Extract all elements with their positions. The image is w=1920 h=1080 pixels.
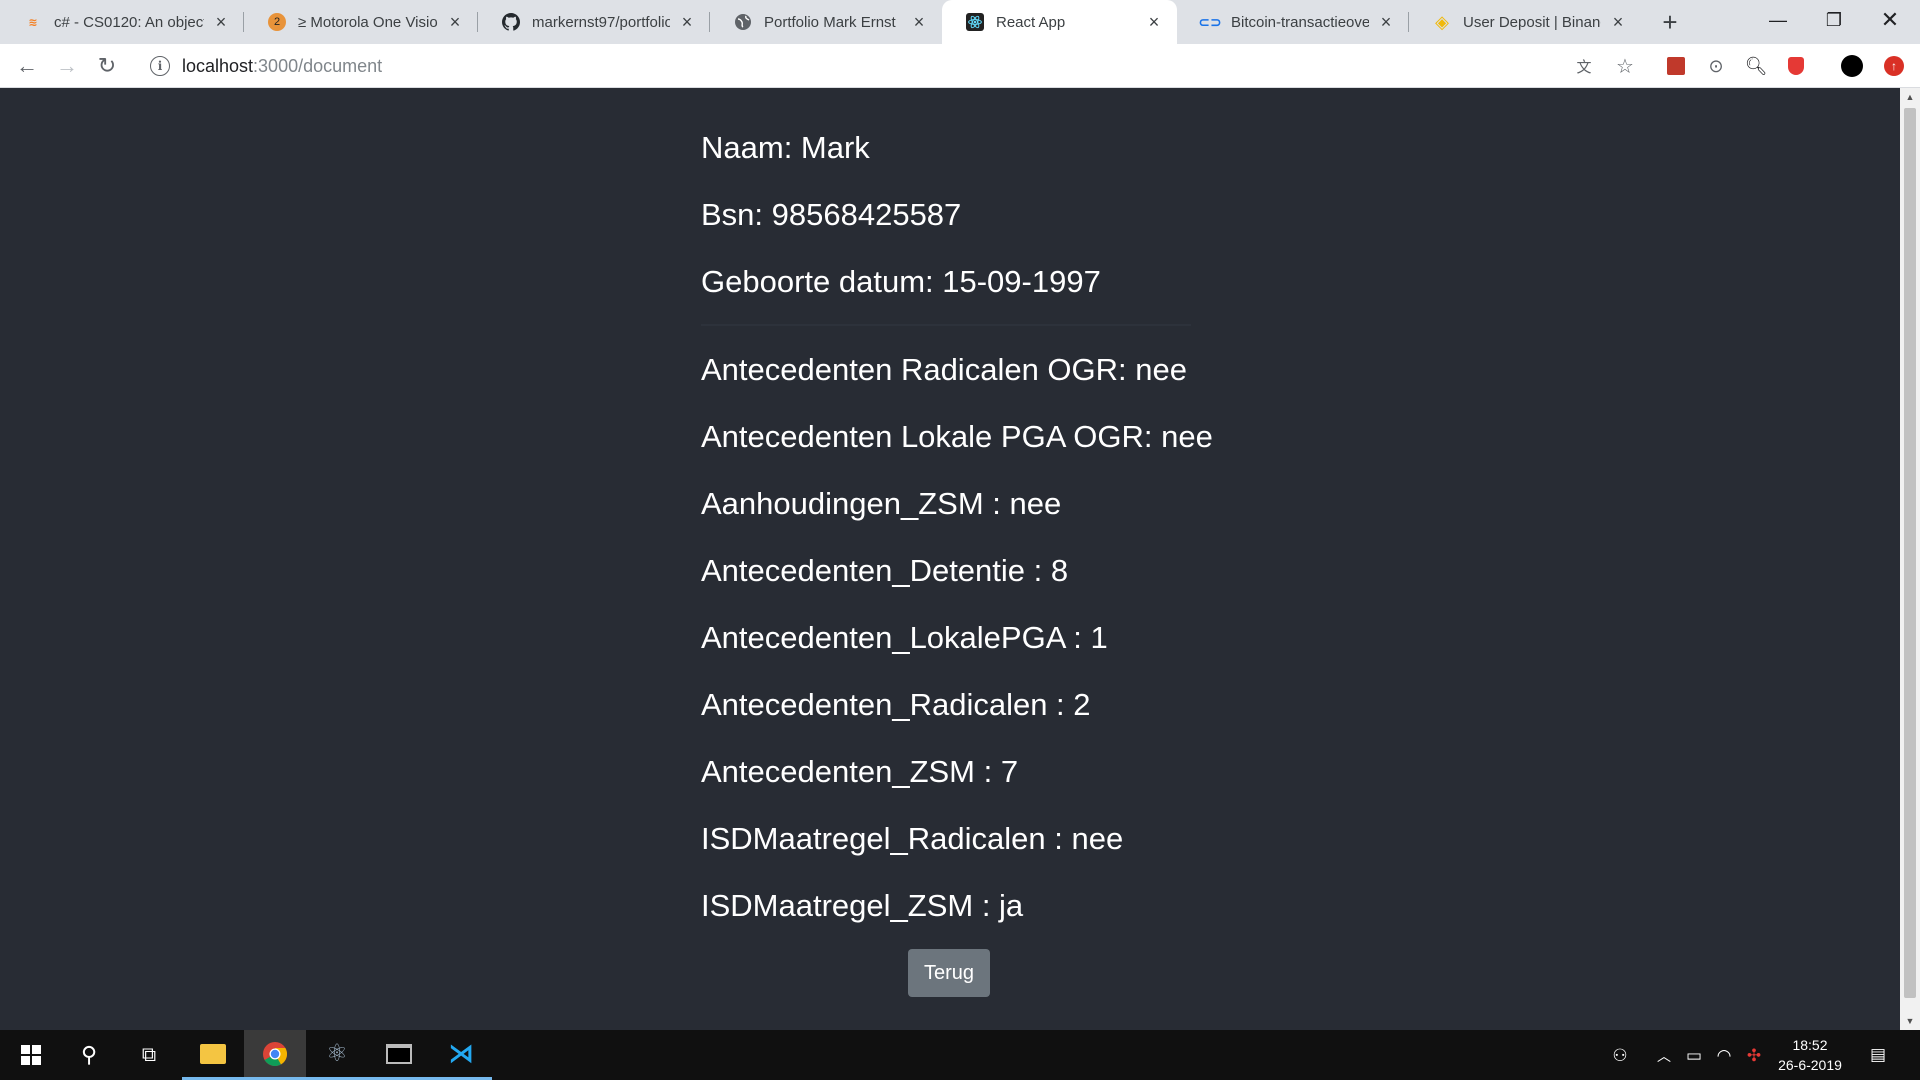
- profile-avatar-icon[interactable]: [1840, 54, 1864, 78]
- bookmark-star-icon[interactable]: ☆: [1613, 54, 1637, 78]
- field-item: Antecedenten_ZSM : 7: [701, 754, 1019, 789]
- new-tab-button[interactable]: +: [1655, 7, 1685, 37]
- windows-start-icon[interactable]: [0, 1030, 62, 1080]
- people-icon[interactable]: ⚇: [1608, 1045, 1632, 1067]
- naam-text: Naam: Mark: [701, 130, 870, 165]
- electron-app-icon[interactable]: ⚛: [306, 1030, 368, 1080]
- task-view-icon[interactable]: ⧉: [118, 1030, 180, 1080]
- close-tab-icon[interactable]: ×: [1377, 12, 1395, 32]
- back-button[interactable]: ←: [12, 51, 42, 81]
- taskbar-clock[interactable]: 18:52 26-6-2019: [1760, 1035, 1860, 1075]
- clock-date: 26-6-2019: [1778, 1057, 1842, 1073]
- action-center-icon[interactable]: ▤: [1866, 1044, 1890, 1066]
- close-window-button[interactable]: ✕: [1862, 0, 1918, 40]
- restore-button[interactable]: ❐: [1806, 0, 1862, 40]
- forward-button[interactable]: →: [52, 51, 82, 81]
- terminal-icon[interactable]: [368, 1030, 430, 1080]
- chrome-icon[interactable]: [244, 1030, 306, 1080]
- scrollbar-thumb[interactable]: [1904, 108, 1916, 998]
- vscode-icon[interactable]: ⋊: [430, 1030, 492, 1080]
- windows-taskbar: ⚲ ⧉ ⚛ ⋊ ⚇ ︿ ▭ ◠ ✣ 18:52 26-6-2019 ▤: [0, 1030, 1920, 1080]
- extension-circle-icon[interactable]: ⊙: [1704, 54, 1728, 78]
- page-content: Naam: Mark Bsn: 98568425587 Geboorte dat…: [0, 88, 1900, 1030]
- notification-badge-icon: 2: [268, 13, 286, 31]
- binance-icon: ◈: [1435, 11, 1449, 32]
- field-item: Antecedenten_LokalePGA : 1: [701, 620, 1108, 655]
- close-tab-icon[interactable]: ×: [678, 12, 696, 32]
- close-tab-icon[interactable]: ×: [1609, 12, 1627, 32]
- close-tab-icon[interactable]: ×: [1145, 12, 1163, 32]
- address-bar[interactable]: i localhost:3000/document: [138, 50, 1618, 82]
- field-item: Antecedenten Lokale PGA OGR: nee: [701, 419, 1213, 454]
- field-item: Antecedenten_Detentie : 8: [701, 553, 1069, 588]
- tab-binance[interactable]: ◈ User Deposit | Binance ×: [1409, 0, 1641, 44]
- react-icon: [966, 13, 984, 31]
- geboortedatum-text: Geboorte datum: 15-09-1997: [701, 264, 1101, 299]
- field-item: Aanhoudingen_ZSM : nee: [701, 486, 1062, 521]
- shield-icon[interactable]: [1784, 54, 1808, 78]
- info-icon[interactable]: i: [150, 56, 170, 76]
- tab-motorola[interactable]: 2 ≥ Motorola One Vision ×: [244, 0, 478, 44]
- reload-button[interactable]: ↻: [92, 51, 122, 81]
- tab-github[interactable]: markernst97/portfolio ×: [478, 0, 710, 44]
- file-explorer-icon[interactable]: [182, 1030, 244, 1080]
- browser-toolbar: ← → ↻ i localhost:3000/document 文 ☆ ⊙ 🔍︎…: [0, 44, 1920, 88]
- battery-icon[interactable]: ▭: [1682, 1045, 1706, 1067]
- field-item: ISDMaatregel_Radicalen : nee: [701, 821, 1124, 856]
- globe-icon: [734, 13, 752, 31]
- zoom-icon[interactable]: 🔍︎: [1744, 54, 1768, 78]
- close-tab-icon[interactable]: ×: [446, 12, 464, 32]
- tab-react-app[interactable]: React App ×: [942, 0, 1177, 44]
- tab-portfolio[interactable]: Portfolio Mark Ernst ×: [710, 0, 942, 44]
- extension-red-icon[interactable]: [1664, 54, 1688, 78]
- vertical-scrollbar[interactable]: ▲ ▼: [1900, 88, 1920, 1030]
- show-hidden-icons-icon[interactable]: ︿: [1652, 1045, 1676, 1067]
- field-item: Antecedenten_Radicalen : 2: [701, 687, 1091, 722]
- update-icon[interactable]: ↑: [1882, 54, 1906, 78]
- field-item: Antecedenten Radicalen OGR: nee: [701, 352, 1187, 387]
- tab-stackoverflow[interactable]: ≋ c# - CS0120: An object ×: [0, 0, 244, 44]
- clock-time: 18:52: [1792, 1037, 1828, 1053]
- wifi-icon[interactable]: ◠: [1712, 1045, 1736, 1067]
- field-item: ISDMaatregel_ZSM : ja: [701, 888, 1024, 923]
- tab-bitcoin[interactable]: ⊂⊃ Bitcoin-transactieoverz ×: [1177, 0, 1409, 44]
- divider: [701, 324, 1191, 326]
- close-tab-icon[interactable]: ×: [212, 12, 230, 32]
- github-icon: [502, 13, 520, 31]
- translate-icon[interactable]: 文: [1572, 54, 1596, 78]
- url-text[interactable]: localhost:3000/document: [182, 56, 382, 77]
- minimize-button[interactable]: —: [1750, 0, 1806, 40]
- close-tab-icon[interactable]: ×: [910, 12, 928, 32]
- stackoverflow-icon: ≋: [28, 16, 38, 29]
- terug-button[interactable]: Terug: [908, 949, 990, 997]
- scroll-down-icon[interactable]: ▼: [1900, 1012, 1920, 1030]
- bsn-text: Bsn: 98568425587: [701, 197, 962, 232]
- scroll-up-icon[interactable]: ▲: [1900, 88, 1920, 106]
- browser-tab-strip: ≋ c# - CS0120: An object × 2 ≥ Motorola …: [0, 0, 1920, 44]
- link-icon: ⊂⊃: [1198, 13, 1222, 30]
- search-icon[interactable]: ⚲: [58, 1030, 120, 1080]
